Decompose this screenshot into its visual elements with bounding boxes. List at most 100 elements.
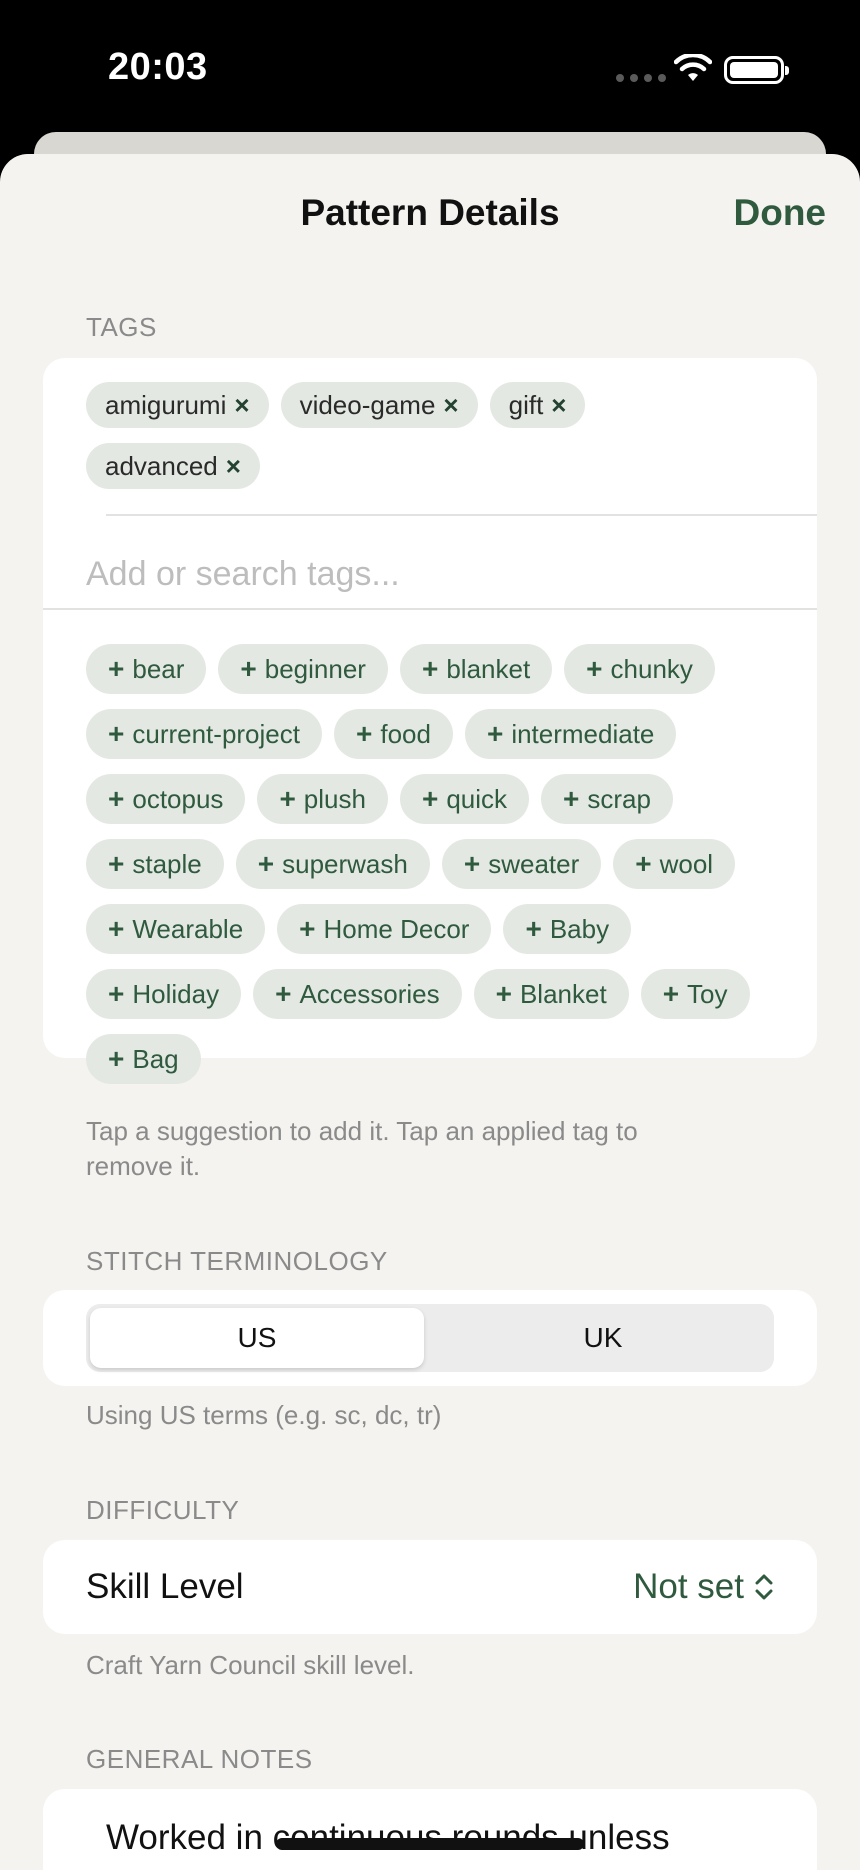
suggestion-chip[interactable]: + chunky <box>564 644 715 694</box>
suggestion-chip[interactable]: + Baby <box>503 904 632 954</box>
skill-level-picker[interactable]: Not set <box>633 1540 774 1634</box>
tags-card: amigurumi× video-game× gift× advanced× +… <box>43 358 817 1084</box>
suggestion-chip[interactable]: + intermediate <box>464 709 677 759</box>
suggestion-label: scrap <box>587 783 651 814</box>
suggestions-row: + Holiday + Accessories + Blanket + Toy <box>86 969 750 1019</box>
stitch-terminology-segmented-control: US UK <box>86 1304 774 1372</box>
plus-icon: + <box>108 1043 125 1074</box>
status-bar: 20:03 <box>0 0 860 140</box>
tag-label: video-game <box>299 389 436 420</box>
suggestion-label: blanket <box>446 653 531 684</box>
suggestion-chip[interactable]: + octopus <box>86 774 246 824</box>
plus-icon: + <box>108 978 125 1009</box>
tags-section-header: TAGS <box>86 312 157 342</box>
plus-icon: + <box>355 718 373 749</box>
suggestion-chip[interactable]: + plush <box>257 774 388 824</box>
suggestion-chip[interactable]: + Toy <box>640 969 750 1019</box>
home-indicator <box>276 1838 584 1850</box>
applied-tags-row: amigurumi × video-game × gift × <box>86 382 586 428</box>
suggestion-chip[interactable]: + scrap <box>541 774 673 824</box>
suggestion-chip[interactable]: + current-project <box>86 709 322 759</box>
divider <box>43 608 817 610</box>
plus-icon: + <box>240 653 257 684</box>
suggestion-label: quick <box>446 783 508 814</box>
plus-icon: + <box>279 783 296 814</box>
applied-tag-chip[interactable]: advanced × <box>86 443 260 489</box>
suggestion-label: Home Decor <box>323 913 470 944</box>
suggestion-label: Accessories <box>299 978 440 1009</box>
suggestion-chip[interactable]: + staple <box>86 839 224 889</box>
suggestion-chip[interactable]: + Accessories <box>253 969 462 1019</box>
applied-tags-row: advanced × <box>86 443 260 489</box>
suggestion-chip[interactable]: + beginner <box>218 644 388 694</box>
suggestion-label: food <box>380 718 431 749</box>
notes-section-header: GENERAL NOTES <box>86 1744 313 1774</box>
plus-icon: + <box>108 913 125 944</box>
segment-uk[interactable]: UK <box>436 1308 770 1368</box>
suggestion-chip[interactable]: + bear <box>86 644 207 694</box>
done-button[interactable]: Done <box>734 192 827 234</box>
suggestion-label: chunky <box>610 653 693 684</box>
page-title: Pattern Details <box>300 192 560 233</box>
plus-icon: + <box>525 913 542 944</box>
suggestion-label: current-project <box>132 718 300 749</box>
suggestion-chip[interactable]: + sweater <box>441 839 602 889</box>
plus-icon: + <box>495 978 512 1009</box>
notes-card[interactable]: Worked in continuous rounds unless <box>43 1789 817 1870</box>
tag-label: advanced <box>105 450 218 481</box>
suggestion-label: bear <box>132 653 185 684</box>
plus-icon: + <box>299 913 316 944</box>
tags-footer-note: Tap a suggestion to add it. Tap an appli… <box>86 1116 638 1181</box>
suggestions-row: + bear + beginner + blanket + chunky <box>86 644 715 694</box>
suggestion-label: Bag <box>132 1043 179 1074</box>
skill-level-label: Skill Level <box>86 1567 244 1606</box>
cellular-signal-icon <box>616 74 666 82</box>
plus-icon: + <box>108 783 125 814</box>
remove-tag-icon: × <box>234 389 250 420</box>
suggestion-chip[interactable]: + superwash <box>235 839 430 889</box>
suggestion-label: intermediate <box>511 718 655 749</box>
plus-icon: + <box>635 848 652 879</box>
suggestion-chip[interactable]: + quick <box>399 774 530 824</box>
difficulty-footer-note: Craft Yarn Council skill level. <box>86 1650 415 1680</box>
plus-icon: + <box>421 653 439 684</box>
suggestion-label: sweater <box>488 848 580 879</box>
suggestion-label: Wearable <box>132 913 244 944</box>
suggestion-label: Holiday <box>132 978 220 1009</box>
plus-icon: + <box>662 978 680 1009</box>
stitch-footer-note: Using US terms (e.g. sc, dc, tr) <box>86 1400 442 1430</box>
skill-level-value: Not set <box>633 1567 744 1606</box>
suggestion-label: staple <box>132 848 202 879</box>
plus-icon: + <box>108 848 125 879</box>
remove-tag-icon: × <box>443 389 459 420</box>
suggestion-chip[interactable]: + food <box>333 709 453 759</box>
segment-us[interactable]: US <box>90 1308 424 1368</box>
suggestion-chip[interactable]: + wool <box>613 839 736 889</box>
plus-icon: + <box>108 653 125 684</box>
tag-search-input[interactable] <box>86 544 816 604</box>
suggestion-chip[interactable]: + Holiday <box>86 969 242 1019</box>
suggestion-chip[interactable]: + Bag <box>86 1034 201 1084</box>
suggestion-chip[interactable]: + Wearable <box>86 904 266 954</box>
plus-icon: + <box>463 848 481 879</box>
suggestion-chip[interactable]: + blanket <box>399 644 553 694</box>
suggestion-label: beginner <box>264 653 366 684</box>
applied-tag-chip[interactable]: amigurumi × <box>86 382 269 428</box>
battery-icon <box>724 56 789 84</box>
suggestions-row: + Bag <box>86 1034 201 1084</box>
applied-tag-chip[interactable]: video-game × <box>280 382 478 428</box>
remove-tag-icon: × <box>551 389 567 420</box>
suggestions-row: + Wearable + Home Decor + Baby <box>86 904 632 954</box>
suggestion-chip[interactable]: + Home Decor <box>277 904 492 954</box>
suggestion-label: Blanket <box>519 978 607 1009</box>
tag-label: gift <box>508 389 544 420</box>
applied-tag-chip[interactable]: gift × <box>489 382 586 428</box>
plus-icon: + <box>108 718 125 749</box>
plus-icon: + <box>257 848 275 879</box>
chevron-up-down-icon <box>755 1574 773 1600</box>
stitch-section-header: STITCH TERMINOLOGY <box>86 1246 388 1276</box>
plus-icon: + <box>486 718 504 749</box>
suggestion-chip[interactable]: + Blanket <box>473 969 629 1019</box>
suggestions-row: + staple + superwash + sweater + wool <box>86 839 736 889</box>
suggestions-row: + current-project + food + intermediate <box>86 709 677 759</box>
